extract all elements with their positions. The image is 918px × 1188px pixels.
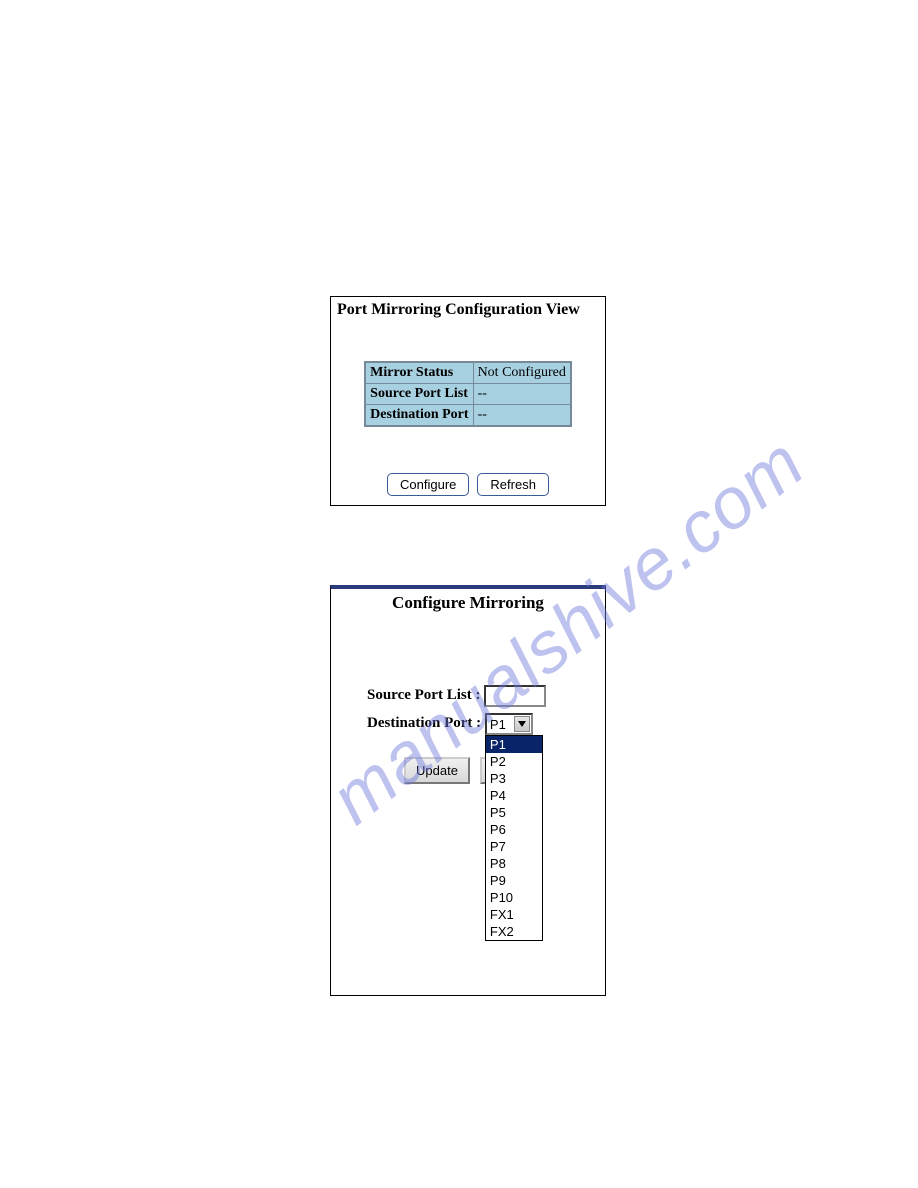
refresh-button[interactable]: Refresh (477, 473, 549, 496)
panel1-button-row: Configure Refresh (331, 473, 605, 496)
dropdown-option-p1[interactable]: P1 (486, 736, 542, 753)
source-port-row: Source Port List : (367, 685, 605, 707)
dropdown-option-p3[interactable]: P3 (486, 770, 542, 787)
table-row: Destination Port -- (365, 405, 571, 427)
dropdown-option-fx2[interactable]: FX2 (486, 923, 542, 940)
dropdown-option-p5[interactable]: P5 (486, 804, 542, 821)
dropdown-option-p2[interactable]: P2 (486, 753, 542, 770)
configure-button[interactable]: Configure (387, 473, 469, 496)
destination-port-selected-value: P1 (490, 717, 506, 732)
source-port-list-form-label: Source Port List : (367, 687, 480, 704)
source-port-list-label: Source Port List (365, 384, 473, 405)
spacer (331, 321, 605, 361)
destination-port-value: -- (473, 405, 571, 427)
mirror-status-label: Mirror Status (365, 362, 473, 384)
update-button[interactable]: Update (404, 757, 470, 784)
destination-port-label: Destination Port (365, 405, 473, 427)
destination-port-dropdown[interactable]: P1 P2 P3 P4 P5 P6 P7 P8 P9 P10 FX1 FX2 (485, 735, 543, 941)
panel1-title: Port Mirroring Configuration View (331, 297, 605, 321)
mirror-status-value: Not Configured (473, 362, 571, 384)
dropdown-option-p6[interactable]: P6 (486, 821, 542, 838)
panel2-title: Configure Mirroring (331, 589, 605, 615)
configure-mirroring-panel: Configure Mirroring Source Port List : D… (330, 585, 606, 996)
dropdown-option-p8[interactable]: P8 (486, 855, 542, 872)
source-port-list-value: -- (473, 384, 571, 405)
destination-port-form-label: Destination Port : (367, 715, 481, 732)
table-row: Mirror Status Not Configured (365, 362, 571, 384)
destination-port-select[interactable]: P1 P1 P2 P3 P4 P5 P6 P7 P8 P9 P10 FX1 (485, 713, 533, 735)
destination-port-select-display[interactable]: P1 (485, 713, 533, 735)
dropdown-option-p9[interactable]: P9 (486, 872, 542, 889)
dropdown-option-p7[interactable]: P7 (486, 838, 542, 855)
destination-port-row: Destination Port : P1 P1 P2 P3 P4 P5 P6 … (367, 713, 605, 735)
chevron-down-icon[interactable] (514, 716, 530, 732)
dropdown-option-p10[interactable]: P10 (486, 889, 542, 906)
mirror-status-table: Mirror Status Not Configured Source Port… (364, 361, 572, 427)
port-mirroring-config-view-panel: Port Mirroring Configuration View Mirror… (330, 296, 606, 506)
dropdown-option-fx1[interactable]: FX1 (486, 906, 542, 923)
table-row: Source Port List -- (365, 384, 571, 405)
panel2-button-row: Update Ca (319, 757, 593, 784)
source-port-list-input[interactable] (484, 685, 546, 707)
form-area: Source Port List : Destination Port : P1… (331, 685, 605, 735)
spacer (331, 784, 605, 992)
dropdown-option-p4[interactable]: P4 (486, 787, 542, 804)
